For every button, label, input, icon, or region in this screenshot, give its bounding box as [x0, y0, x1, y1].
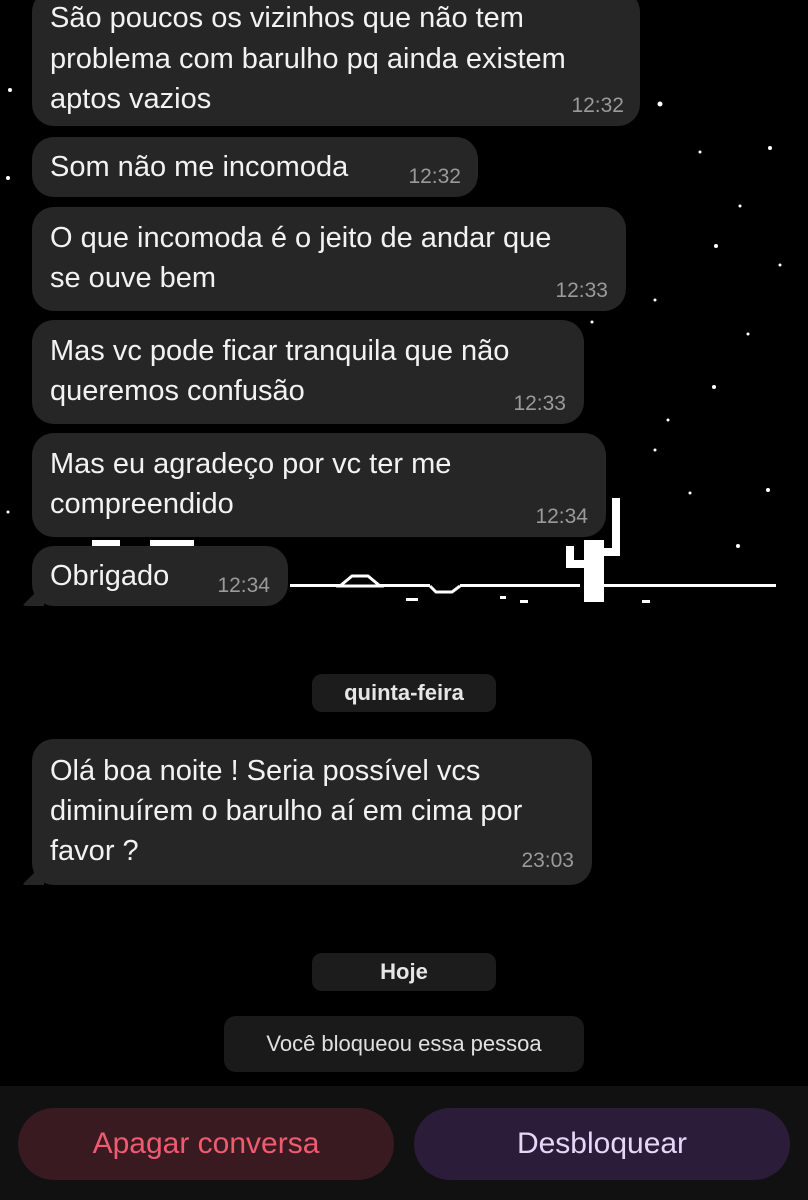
message-time: 12:33	[555, 279, 608, 302]
message-time: 12:32	[408, 165, 461, 188]
message-bubble[interactable]: Som não me incomoda 12:32	[32, 137, 478, 197]
ground-line	[290, 574, 776, 603]
message-line: São poucos os vizinhos que não tem	[50, 2, 524, 34]
message-line: compreendido	[50, 488, 234, 520]
message-bubble[interactable]: Mas vc pode ficar tranquila que não quer…	[32, 320, 584, 424]
chat-area[interactable]: São poucos os vizinhos que não tem probl…	[0, 0, 808, 1086]
message-line: Mas vc pode ficar tranquila que não	[50, 335, 510, 367]
message-line: Obrigado	[50, 560, 170, 592]
date-separator: quinta-feira	[312, 674, 496, 712]
message-time: 12:34	[535, 505, 588, 528]
message-line: se ouve bem	[50, 262, 217, 294]
message-time: 12:33	[513, 392, 566, 415]
date-separator: Hoje	[312, 953, 496, 991]
message-line: queremos confusão	[50, 375, 305, 407]
message-line: Som não me incomoda	[50, 151, 349, 183]
unblock-button[interactable]: Desbloquear	[414, 1108, 790, 1180]
message-bubble[interactable]: Mas eu agradeço por vc ter me compreendi…	[32, 433, 606, 537]
message-line: Olá boa noite ! Seria possível vcs	[50, 755, 481, 787]
message-line: diminuírem o barulho aí em cima por	[50, 795, 523, 827]
message-line: O que incomoda é o jeito de andar que	[50, 222, 552, 254]
message-bubble[interactable]: Obrigado 12:34	[22, 546, 288, 606]
message-bubble[interactable]: Olá boa noite ! Seria possível vcs dimin…	[22, 739, 592, 885]
action-bar: Apagar conversa Desbloquear	[0, 1086, 808, 1200]
message-line: Mas eu agradeço por vc ter me	[50, 448, 452, 480]
message-line: aptos vazios	[50, 83, 212, 115]
message-line: favor ?	[50, 835, 139, 867]
message-bubble[interactable]: São poucos os vizinhos que não tem probl…	[32, 0, 640, 126]
message-time: 12:34	[217, 574, 270, 597]
delete-conversation-button[interactable]: Apagar conversa	[18, 1108, 394, 1180]
message-bubble[interactable]: O que incomoda é o jeito de andar que se…	[32, 207, 626, 311]
message-time: 12:32	[571, 94, 624, 117]
blocked-notice: Você bloqueou essa pessoa	[224, 1016, 584, 1072]
message-time: 23:03	[521, 849, 574, 872]
message-line: problema com barulho pq ainda existem	[50, 43, 566, 75]
